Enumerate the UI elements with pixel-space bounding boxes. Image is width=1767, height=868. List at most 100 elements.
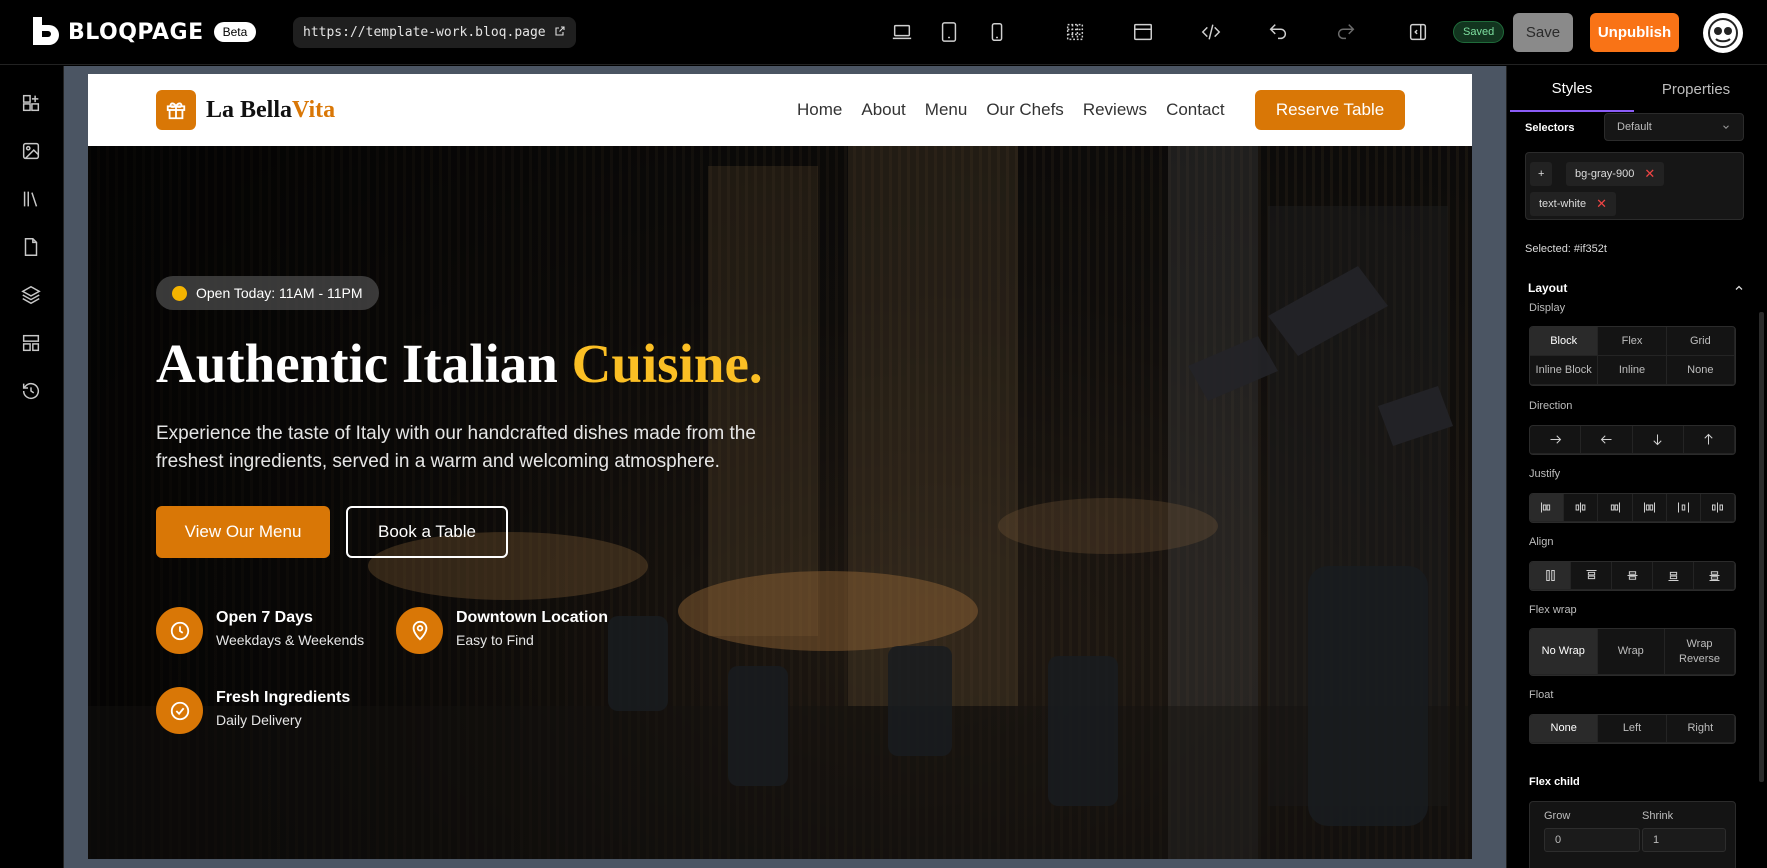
justify-around-option[interactable] <box>1666 494 1701 522</box>
feature-location[interactable]: Downtown Location Easy to Find <box>396 607 608 654</box>
mobile-view-icon[interactable] <box>985 20 1009 44</box>
align-stretch-option[interactable] <box>1530 562 1571 590</box>
image-icon[interactable] <box>20 140 44 164</box>
selector-state-dropdown[interactable]: Default <box>1604 113 1744 141</box>
feature-fresh-ingredients[interactable]: Fresh Ingredients Daily Delivery <box>156 687 350 734</box>
no-wrap-option[interactable]: No Wrap <box>1530 629 1598 675</box>
nav-reviews[interactable]: Reviews <box>1083 100 1147 120</box>
display-inline-option[interactable]: Inline <box>1598 356 1667 385</box>
book-table-button[interactable]: Book a Table <box>346 506 508 558</box>
align-start-option[interactable] <box>1571 562 1612 590</box>
display-flex-option[interactable]: Flex <box>1598 327 1667 356</box>
reserve-table-button[interactable]: Reserve Table <box>1255 90 1405 130</box>
unpublish-button[interactable]: Unpublish <box>1590 13 1679 52</box>
site-url-link[interactable]: https://template-work.bloq.page <box>293 17 576 48</box>
site-navbar[interactable]: La BellaVita Home About Menu Our Chefs R… <box>88 74 1472 146</box>
float-options: None Left Right <box>1529 714 1736 744</box>
display-none-option[interactable]: None <box>1666 356 1735 385</box>
class-chip[interactable]: bg-gray-900 ✕ <box>1566 162 1665 186</box>
user-avatar[interactable] <box>1703 13 1743 53</box>
nav-contact[interactable]: Contact <box>1166 100 1225 120</box>
desktop-view-icon[interactable] <box>890 20 914 44</box>
wrap-reverse-option[interactable]: Wrap Reverse <box>1665 629 1735 675</box>
chevron-down-icon <box>1723 125 1729 129</box>
nav-menu[interactable]: Menu <box>925 100 968 120</box>
selectors-label: Selectors <box>1525 122 1575 134</box>
library-icon[interactable] <box>20 188 44 212</box>
display-inline-block-option[interactable]: Inline Block <box>1530 356 1599 385</box>
align-baseline-option[interactable] <box>1694 562 1735 590</box>
justify-options <box>1529 493 1736 523</box>
grow-input[interactable]: 0 <box>1544 828 1640 852</box>
hero-subtitle[interactable]: Experience the taste of Italy with our h… <box>156 420 806 476</box>
justify-between-option[interactable] <box>1632 494 1667 522</box>
feature-open-days[interactable]: Open 7 Days Weekdays & Weekends <box>156 607 364 654</box>
layout-section-header[interactable]: Layout <box>1517 275 1757 301</box>
site-brand-name: La BellaVita <box>206 97 335 124</box>
justify-center-option[interactable] <box>1564 494 1599 522</box>
page-icon[interactable] <box>20 236 44 260</box>
arrow-up-icon <box>1704 433 1713 445</box>
chevron-up-icon <box>1735 285 1743 290</box>
code-view-icon[interactable] <box>1199 20 1223 44</box>
layout-template-icon[interactable] <box>20 332 44 356</box>
tab-styles[interactable]: Styles <box>1510 66 1634 112</box>
display-block-option[interactable]: Block <box>1530 327 1599 356</box>
shrink-input[interactable]: 1 <box>1642 828 1726 852</box>
float-left-option[interactable]: Left <box>1598 715 1667 743</box>
remove-chip-icon[interactable]: ✕ <box>1596 196 1607 212</box>
site-brand[interactable]: La BellaVita <box>156 90 335 130</box>
float-none-option[interactable]: None <box>1530 715 1599 743</box>
justify-evenly-icon <box>1711 502 1723 513</box>
site-brand-accent: Vita <box>292 96 336 123</box>
hero-title[interactable]: Authentic Italian Cuisine. <box>156 332 763 395</box>
layers-icon[interactable] <box>20 284 44 308</box>
wrap-option[interactable]: Wrap <box>1597 629 1666 675</box>
nav-our-chefs[interactable]: Our Chefs <box>986 100 1063 120</box>
hero-section[interactable]: Open Today: 11AM - 11PM Authentic Italia… <box>88 146 1472 859</box>
editor-canvas: La BellaVita Home About Menu Our Chefs R… <box>64 66 1506 868</box>
arrow-down-icon <box>1653 434 1662 446</box>
direction-row-option[interactable] <box>1530 426 1582 454</box>
display-grid-option[interactable]: Grid <box>1666 327 1735 356</box>
float-label: Float <box>1529 689 1554 701</box>
align-start-icon <box>1586 570 1596 580</box>
justify-evenly-option[interactable] <box>1700 494 1735 522</box>
toggle-panel-icon[interactable] <box>1406 20 1430 44</box>
class-chip[interactable]: text-white ✕ <box>1530 192 1616 216</box>
tab-properties[interactable]: Properties <box>1634 66 1758 112</box>
justify-start-option[interactable] <box>1530 494 1565 522</box>
external-link-icon <box>554 25 566 41</box>
redo-icon[interactable] <box>1334 20 1358 44</box>
clock-icon <box>172 285 187 301</box>
add-class-button[interactable]: + <box>1530 162 1553 186</box>
remove-chip-icon[interactable]: ✕ <box>1644 166 1655 182</box>
preview-window-icon[interactable] <box>1131 20 1155 44</box>
undo-icon[interactable] <box>1266 20 1290 44</box>
direction-column-reverse-option[interactable] <box>1683 426 1735 454</box>
open-hours-pill: Open Today: 11AM - 11PM <box>156 276 379 310</box>
arrow-left-icon <box>1600 435 1612 444</box>
view-menu-button[interactable]: View Our Menu <box>156 506 330 558</box>
justify-end-option[interactable] <box>1598 494 1633 522</box>
nav-about[interactable]: About <box>861 100 905 120</box>
grid-outline-icon[interactable] <box>1063 20 1087 44</box>
direction-column-option[interactable] <box>1632 426 1684 454</box>
blocks-icon[interactable] <box>20 92 44 116</box>
bloqpage-logo-icon <box>30 15 60 49</box>
layout-section-title: Layout <box>1528 281 1568 295</box>
panel-scrollbar[interactable] <box>1759 312 1764 782</box>
align-stretch-icon <box>1545 570 1555 581</box>
nav-home[interactable]: Home <box>797 100 842 120</box>
save-button[interactable]: Save <box>1513 13 1573 52</box>
align-center-option[interactable] <box>1612 562 1653 590</box>
flex-wrap-label: Flex wrap <box>1529 604 1577 616</box>
float-right-option[interactable]: Right <box>1666 715 1735 743</box>
tablet-view-icon[interactable] <box>937 20 961 44</box>
saved-status-badge: Saved <box>1453 21 1505 43</box>
align-end-option[interactable] <box>1653 562 1694 590</box>
site-preview[interactable]: La BellaVita Home About Menu Our Chefs R… <box>88 74 1472 859</box>
history-icon[interactable] <box>20 380 44 404</box>
direction-row-reverse-option[interactable] <box>1581 426 1633 454</box>
app-logo[interactable]: BLOQPAGE Beta <box>30 15 257 49</box>
